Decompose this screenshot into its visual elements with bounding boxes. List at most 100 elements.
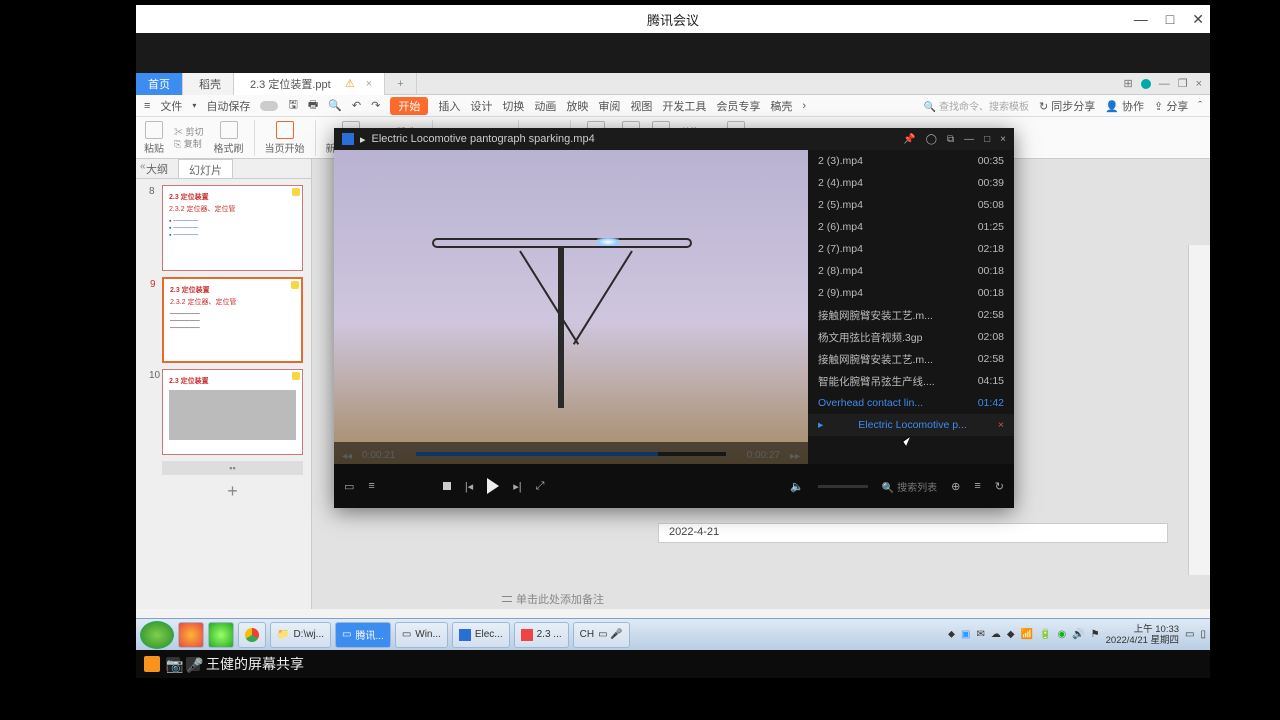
menu-file[interactable]: 文件 <box>160 98 182 114</box>
copy-button[interactable]: ⎘ 复制 <box>174 138 204 150</box>
tab-home[interactable]: 首页 <box>136 73 183 95</box>
maximize-icon[interactable]: □ <box>1166 11 1174 28</box>
save-icon[interactable]: 🖫 <box>288 96 297 115</box>
playlist-item[interactable]: 2 (6).mp401:25 <box>808 216 1014 238</box>
menu-dev[interactable]: 开发工具 <box>662 98 706 114</box>
avatar[interactable] <box>1141 79 1151 89</box>
thumb-collapsed[interactable]: ▪▪ <box>162 461 303 475</box>
playlist-item[interactable]: 接触网腕臂安装工艺.m...02:58 <box>808 304 1014 326</box>
tb-app2[interactable] <box>208 622 234 648</box>
wps-right-sidebar[interactable] <box>1188 245 1210 575</box>
video-viewport[interactable]: ◂◂ 0:00:21 0:00:27 ▸▸ <box>334 150 808 464</box>
menu-autosave[interactable]: 自动保存 <box>206 98 250 114</box>
menu-sync[interactable]: ↻ 同步分享 <box>1039 98 1095 114</box>
menu-start[interactable]: 开始 <box>390 97 428 115</box>
tray-icon[interactable]: ☁ <box>991 629 1001 640</box>
tb-chrome[interactable] <box>238 622 266 648</box>
print-icon[interactable]: 🖶 <box>308 96 318 115</box>
next-button[interactable]: ▸| <box>513 480 521 493</box>
autosave-toggle[interactable] <box>260 101 278 111</box>
playlist-item[interactable]: 接触网腕臂安装工艺.m...02:58 <box>808 348 1014 370</box>
notes-placeholder[interactable]: 单击此处添加备注 <box>502 591 604 607</box>
mic-on-icon[interactable]: 🎤 <box>186 657 200 671</box>
playlist-item[interactable]: 2 (5).mp405:08 <box>808 194 1014 216</box>
play-button[interactable] <box>487 478 499 494</box>
menu-share[interactable]: ⇪ 分享 <box>1154 98 1188 114</box>
stop-button[interactable] <box>443 482 451 490</box>
prev-button[interactable]: |◂ <box>465 480 473 493</box>
player-close-icon[interactable]: × <box>1000 134 1006 145</box>
show-desktop[interactable]: ▯ <box>1200 629 1206 640</box>
playlist-item[interactable]: 2 (7).mp402:18 <box>808 238 1014 260</box>
tray-icon[interactable]: ▣ <box>961 629 970 640</box>
tab-shell[interactable]: 稻壳 <box>183 73 234 95</box>
playlist-item[interactable]: 2 (4).mp400:39 <box>808 172 1014 194</box>
thumb-10[interactable]: 102.3 定位装置 <box>162 369 303 455</box>
tb-wps[interactable]: 2.3 ... <box>514 622 569 648</box>
grid-icon[interactable]: ⊞ <box>1123 77 1132 90</box>
search-input[interactable]: 🔍 查找命令、搜索模板 <box>924 98 1029 113</box>
tb-app1[interactable] <box>178 622 204 648</box>
fullscreen-icon[interactable]: ⤢ <box>536 480 545 493</box>
menu-design[interactable]: 设计 <box>470 98 492 114</box>
cut-button[interactable]: ✂ 剪切 <box>174 126 204 138</box>
playlist-add-icon[interactable]: ⊕ <box>951 480 960 493</box>
tray-icon[interactable]: ◆ <box>1007 629 1015 640</box>
menu-insert[interactable]: 插入 <box>438 98 460 114</box>
tray-icon[interactable]: ⚑ <box>1091 629 1100 640</box>
undo-icon[interactable]: ↶ <box>352 99 361 112</box>
menu-transition[interactable]: 切换 <box>502 98 524 114</box>
tb-ime[interactable]: CH ▭ 🎤 <box>573 622 630 648</box>
redo-icon[interactable]: ↷ <box>371 99 380 112</box>
start-button[interactable] <box>140 621 174 649</box>
playlist-item[interactable]: ▸Electric Locomotive p...× <box>808 414 1014 436</box>
tab-document[interactable]: 2.3 定位装置.ppt ⚠ × <box>234 73 385 95</box>
tray-icon[interactable]: ◉ <box>1057 629 1066 640</box>
playlist-sort-icon[interactable]: ≡ <box>974 480 980 492</box>
playlist-item[interactable]: 杨文用弦比音视频.3gp02:08 <box>808 326 1014 348</box>
paste-button[interactable]: 粘贴 <box>144 121 164 155</box>
menu-slideshow[interactable]: 放映 <box>566 98 588 114</box>
pin-icon[interactable]: 📌 <box>903 134 915 145</box>
player-min-icon[interactable]: — <box>964 134 974 145</box>
tray-icon[interactable]: 🔋 <box>1039 629 1051 640</box>
menu-assist[interactable]: 👤 协作 <box>1105 98 1144 114</box>
tray-icon[interactable]: 📶 <box>1021 629 1033 640</box>
ontop-icon[interactable]: ◯ <box>926 134 937 145</box>
preview-icon[interactable]: 🔍 <box>328 99 342 112</box>
tb-player[interactable]: Elec... <box>452 622 510 648</box>
forward-icon[interactable]: ▸▸ <box>790 451 800 462</box>
rewind-icon[interactable]: ◂◂ <box>342 451 352 462</box>
playlist-loop-icon[interactable]: ↻ <box>995 480 1004 493</box>
tray-icon[interactable]: ⬥ <box>948 629 955 640</box>
win-restore-icon[interactable]: ❐ <box>1178 77 1188 90</box>
slides-tab[interactable]: 幻灯片 <box>178 159 233 178</box>
playlist-item[interactable]: 2 (9).mp400:18 <box>808 282 1014 304</box>
add-slide-button[interactable]: + <box>154 477 311 506</box>
tab-close-icon[interactable]: × <box>366 78 372 90</box>
system-tray[interactable]: ⬥ ▣ ✉ ☁ ◆ 📶 🔋 ◉ 🔊 ⚑ 上午 10:33 2022/4/21 星… <box>948 624 1206 646</box>
minimize-icon[interactable]: — <box>1134 11 1148 28</box>
volume-icon[interactable]: 🔈 <box>790 480 804 493</box>
tray-icon[interactable]: ✉ <box>976 629 984 640</box>
thumb-9[interactable]: 92.3 定位装置2.3.2 定位器、定位管────────────────── <box>162 277 303 363</box>
thumb-8[interactable]: 82.3 定位装置2.3.2 定位器、定位管▪ ─────▪ ─────▪ ──… <box>162 185 303 271</box>
seek-bar[interactable] <box>416 452 726 456</box>
taskbar-clock[interactable]: 上午 10:33 2022/4/21 星期四 <box>1106 624 1179 646</box>
open-icon[interactable]: ▭ <box>344 480 354 493</box>
playlist-item[interactable]: 2 (8).mp400:18 <box>808 260 1014 282</box>
tb-explorer[interactable]: 📁 D:\wj... <box>270 622 331 648</box>
playlist-item[interactable]: 2 (3).mp400:35 <box>808 150 1014 172</box>
volume-slider[interactable] <box>818 485 868 488</box>
fmtbrush-button[interactable]: 格式刷 <box>214 121 244 155</box>
menu-paper[interactable]: 稿壳 <box>770 98 792 114</box>
playlist-search[interactable]: 🔍 搜索列表 <box>882 479 937 494</box>
win-min-icon[interactable]: — <box>1159 78 1170 90</box>
menu-view[interactable]: 视图 <box>630 98 652 114</box>
mini-icon[interactable]: ⧉ <box>947 134 954 145</box>
tb-window[interactable]: ▭ Win... <box>395 622 448 648</box>
player-max-icon[interactable]: □ <box>984 134 990 145</box>
playlist-item[interactable]: Overhead contact lin...01:42 <box>808 392 1014 414</box>
menu-vip[interactable]: 会员专享 <box>716 98 760 114</box>
menu-anim[interactable]: 动画 <box>534 98 556 114</box>
